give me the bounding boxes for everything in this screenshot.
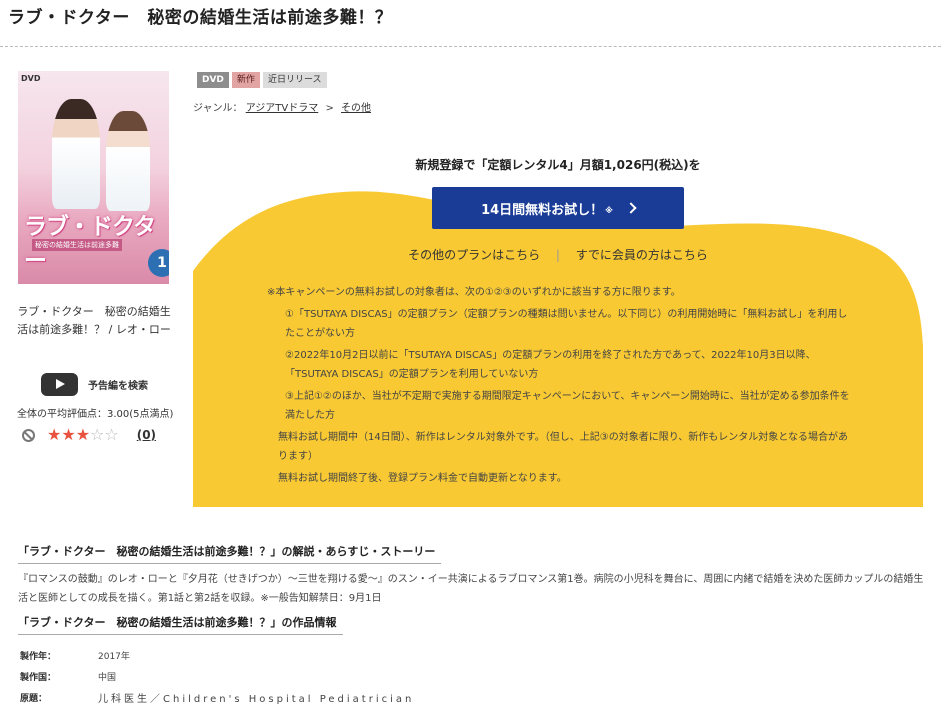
cover-volume-badge: 1 <box>148 249 169 277</box>
free-trial-button[interactable]: 14日間無料お試し！ ※ <box>432 187 684 229</box>
cover-figure-female <box>106 111 150 211</box>
plan-links-divider: | <box>555 248 560 262</box>
info-key: 原題： <box>20 694 48 704</box>
star-filled-icon: ★ <box>75 425 91 444</box>
info-value: 2017年 <box>98 652 130 662</box>
page-title: ラブ・ドクター 秘密の結婚生活は前途多難！？ <box>8 8 393 28</box>
info-value: 中国 <box>98 673 117 683</box>
badge-dvd: DVD <box>197 72 229 88</box>
info-row-year: 製作年： 2017年 <box>20 645 414 666</box>
title-divider <box>0 46 941 47</box>
star-empty-icon: ☆ <box>90 425 105 444</box>
dvd-cover-image[interactable]: DVD ラブ・ドクター 秘密の結婚生活は前途多難 1 <box>18 71 169 284</box>
notes-new-release-exclusion: 無料お試し期間中（14日間）、新作はレンタル対象外です。（但し、上記③の対象者に… <box>278 432 848 462</box>
plan-links: その他のプランはこちら | すでに会員の方はこちら <box>193 246 923 263</box>
rating-row: ★★★☆☆ (0) <box>22 427 156 443</box>
genre-link-other[interactable]: その他 <box>341 103 371 114</box>
notes-intro: ※本キャンペーンの無料お試しの対象者は、次の①②③のいずれかに該当する方に限りま… <box>267 287 681 298</box>
star-rating: ★★★☆☆ <box>47 427 119 443</box>
other-plans-link[interactable]: その他のプランはこちら <box>408 248 540 262</box>
badge-new-release: 新作 <box>231 72 260 88</box>
star-filled-icon: ★ <box>61 425 76 444</box>
trailer-search-label[interactable]: 予告編を検索 <box>88 377 148 392</box>
average-rating-text: 全体の平均評価点：3.00(5点満点) <box>17 409 174 420</box>
review-count-link[interactable]: (0) <box>137 428 156 442</box>
info-key: 製作国： <box>20 673 57 683</box>
chevron-right-icon <box>625 202 637 214</box>
trailer-search[interactable]: 予告編を検索 <box>41 373 148 396</box>
free-trial-button-label: 14日間無料お試し！ <box>481 202 604 218</box>
cover-figure-male <box>52 99 100 209</box>
genre-label: ジャンル： <box>193 103 243 114</box>
badge-row: DVD 新作 近日リリース <box>197 72 327 88</box>
badge-coming-soon: 近日リリース <box>262 72 327 88</box>
member-login-link[interactable]: すでに会員の方はこちら <box>576 248 708 262</box>
notes-auto-renewal: 無料お試し期間終了後、登録プラン料金で自動更新となります。 <box>278 473 567 484</box>
play-icon[interactable] <box>41 373 78 396</box>
free-trial-note-mark: ※ <box>605 206 613 215</box>
info-row-original-title: 原題： 儿科医生／Children's Hospital Pediatricia… <box>20 687 414 706</box>
info-value: 儿科医生／Children's Hospital Pediatrician <box>98 694 415 705</box>
work-info-section-title: 「ラブ・ドクター 秘密の結婚生活は前途多難！？」の作品情報 <box>18 614 343 635</box>
synopsis-section-title: 「ラブ・ドクター 秘密の結婚生活は前途多難！？」の解説・あらすじ・ストーリー <box>18 543 442 564</box>
notes-condition-3: ③上記①②のほか、当社が不定期で実施する期間限定キャンペーンにおいて、キャンペー… <box>285 391 850 421</box>
genre-separator: > <box>325 103 334 114</box>
work-info-table: 製作年： 2017年 製作国： 中国 原題： 儿科医生／Children's H… <box>20 645 414 706</box>
info-key: 製作年： <box>20 652 57 662</box>
genre-link-asian-tv-drama[interactable]: アジアTVドラマ <box>246 103 319 114</box>
notes-condition-1: ①「TSUTAYA DISCAS」の定額プラン（定額プランの種類は問いません。以… <box>285 309 848 339</box>
prohibited-icon[interactable] <box>22 428 35 442</box>
star-filled-icon: ★ <box>47 425 62 444</box>
info-row-country: 製作国： 中国 <box>20 666 414 687</box>
cover-subtitle: 秘密の結婚生活は前途多難 <box>32 239 122 251</box>
synopsis-text: 『ロマンスの鼓動』のレオ・ローと『夕月花（せきげつか）～三世を翔ける愛～』のスン… <box>18 574 924 604</box>
promo-headline: 新規登録で「定額レンタル4」月額1,026円(税込)を <box>415 158 701 172</box>
cover-caption: ラブ・ドクター 秘密の結婚生活は前途多難！？ / レオ・ロー <box>17 305 171 336</box>
campaign-notes: ※本キャンペーンの無料お試しの対象者は、次の①②③のいずれかに該当する方に限りま… <box>267 283 857 488</box>
genre-breadcrumb: ジャンル： アジアTVドラマ > その他 <box>193 99 371 114</box>
cover-dvd-mark: DVD <box>21 74 41 83</box>
notes-condition-2: ②2022年10月2日以前に「TSUTAYA DISCAS」の定額プランの利用を… <box>285 350 816 380</box>
star-empty-icon: ☆ <box>104 425 119 444</box>
